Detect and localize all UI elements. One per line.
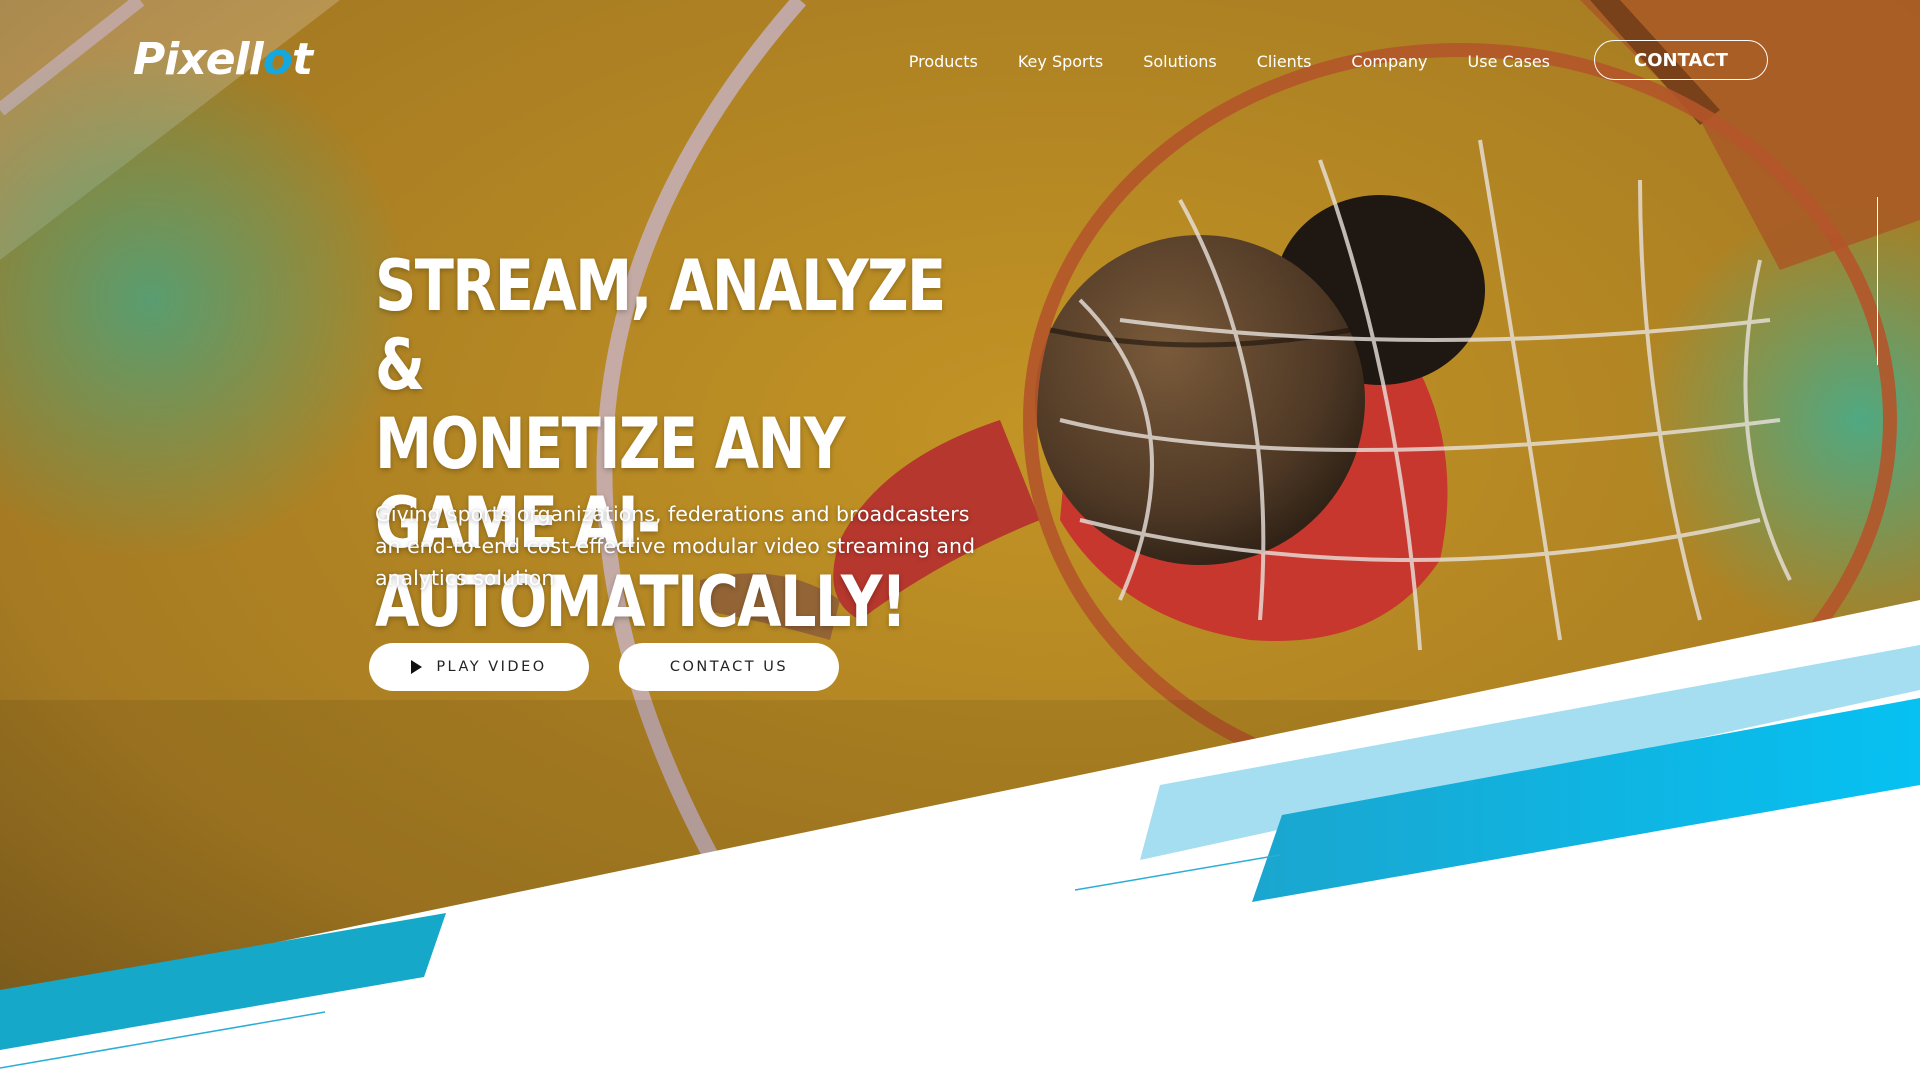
logo-text-main: Pixell [133,34,264,85]
nav-item-solutions[interactable]: Solutions [1143,52,1217,71]
hero-section: Pixellot Products Key Sports Solutions C… [0,0,1920,1080]
play-icon [411,660,423,674]
nav-item-key-sports[interactable]: Key Sports [1018,52,1103,71]
header-contact-button[interactable]: CONTACT [1594,40,1768,80]
contact-us-button[interactable]: CONTACT US [619,643,839,691]
logo-text-accent: o [262,34,293,85]
nav-item-clients[interactable]: Clients [1257,52,1312,71]
main-nav: Products Key Sports Solutions Clients Co… [909,48,1550,74]
nav-item-use-cases[interactable]: Use Cases [1468,52,1550,71]
play-video-button[interactable]: PLAY VIDEO [369,643,589,691]
pixellot-logo[interactable]: Pixellot [133,34,313,85]
vertical-divider-line [1877,197,1878,365]
contact-us-label: CONTACT US [669,659,789,675]
headline-line-1: STREAM, ANALYZE & [375,245,946,406]
nav-item-products[interactable]: Products [909,52,978,71]
nav-item-company[interactable]: Company [1351,52,1427,71]
hero-subheading: Giving sports organizations, federations… [375,502,975,590]
play-video-label: PLAY VIDEO [436,659,547,675]
logo-text-end: t [291,34,313,85]
